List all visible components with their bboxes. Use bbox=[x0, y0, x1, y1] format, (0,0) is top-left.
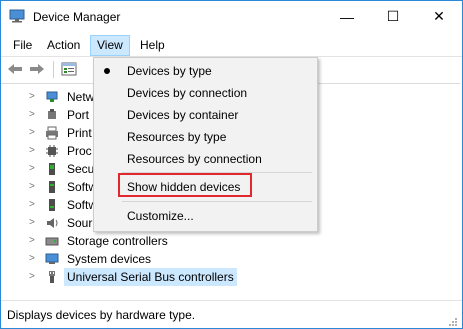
tree-item-label: Netw bbox=[67, 90, 95, 104]
close-button[interactable]: ✕ bbox=[416, 1, 462, 32]
menu-item-devices-by-type[interactable]: Devices by type bbox=[127, 60, 212, 82]
device-manager-app-icon bbox=[9, 9, 25, 23]
tree-item-label: Universal Serial Bus controllers bbox=[64, 268, 237, 286]
expand-chevron-icon[interactable]: > bbox=[29, 196, 41, 214]
port-icon bbox=[45, 108, 59, 122]
minimize-button[interactable]: — bbox=[324, 1, 370, 32]
forward-arrow-icon[interactable] bbox=[29, 62, 45, 76]
menu-item-devices-by-connection[interactable]: Devices by connection bbox=[127, 82, 247, 104]
printer-icon bbox=[45, 126, 59, 140]
menu-file[interactable]: File bbox=[7, 36, 38, 55]
expand-chevron-icon[interactable]: > bbox=[29, 88, 41, 106]
properties-icon[interactable] bbox=[61, 62, 77, 76]
tree-item-label: Storage controllers bbox=[67, 234, 168, 248]
tree-item-label: Port bbox=[67, 108, 90, 122]
maximize-button[interactable]: ☐ bbox=[370, 1, 416, 32]
status-text: Displays devices by hardware type. bbox=[7, 308, 196, 322]
system-devices-icon bbox=[45, 252, 59, 266]
security-device-icon bbox=[45, 162, 59, 176]
tree-item-label: System devices bbox=[67, 252, 152, 266]
show-hidden-devices-highlight bbox=[118, 173, 252, 197]
resize-grip-icon[interactable] bbox=[448, 316, 458, 326]
status-bar: Displays devices by hardware type. bbox=[1, 300, 462, 328]
tree-item-label: Print bbox=[67, 126, 92, 140]
menu-item-customize[interactable]: Customize... bbox=[127, 205, 194, 227]
expand-chevron-icon[interactable]: > bbox=[29, 160, 41, 178]
menu-item-resources-by-type[interactable]: Resources by type bbox=[127, 126, 226, 148]
menu-help[interactable]: Help bbox=[134, 36, 171, 55]
tree-item-label: Secu bbox=[67, 162, 95, 176]
menu-separator bbox=[122, 201, 312, 202]
menu-item-resources-by-connection[interactable]: Resources by connection bbox=[127, 148, 262, 170]
expand-chevron-icon[interactable]: > bbox=[29, 214, 41, 232]
expand-chevron-icon[interactable]: > bbox=[29, 232, 41, 250]
storage-controller-icon bbox=[45, 234, 59, 248]
tree-item-label: Sour bbox=[67, 216, 93, 230]
software-device-icon bbox=[45, 198, 59, 212]
expand-chevron-icon[interactable]: > bbox=[29, 178, 41, 196]
menu-bar: File Action View Help bbox=[1, 33, 462, 56]
back-arrow-icon[interactable] bbox=[7, 62, 23, 76]
checked-bullet-icon bbox=[104, 68, 110, 74]
toolbar-separator bbox=[53, 61, 54, 78]
expand-chevron-icon[interactable]: > bbox=[29, 142, 41, 160]
device-manager-window: Device Manager — ☐ ✕ File Action View He… bbox=[0, 0, 463, 329]
expand-chevron-icon[interactable]: > bbox=[29, 268, 41, 286]
menu-view[interactable]: View bbox=[90, 35, 130, 56]
sound-icon bbox=[45, 216, 59, 230]
expand-chevron-icon[interactable]: > bbox=[29, 250, 41, 268]
software-component-icon bbox=[45, 180, 59, 194]
window-title: Device Manager bbox=[33, 10, 121, 24]
menu-action[interactable]: Action bbox=[41, 36, 86, 55]
tree-item-label: Proc bbox=[67, 144, 92, 158]
expand-chevron-icon[interactable]: > bbox=[29, 106, 41, 124]
processor-icon bbox=[45, 144, 59, 158]
view-menu-dropdown: Devices by type Devices by connection De… bbox=[93, 57, 318, 232]
network-adapter-icon bbox=[45, 90, 59, 104]
title-bar[interactable]: Device Manager — ☐ ✕ bbox=[1, 1, 462, 32]
usb-icon bbox=[45, 270, 59, 284]
expand-chevron-icon[interactable]: > bbox=[29, 124, 41, 142]
menu-item-devices-by-container[interactable]: Devices by container bbox=[127, 104, 238, 126]
